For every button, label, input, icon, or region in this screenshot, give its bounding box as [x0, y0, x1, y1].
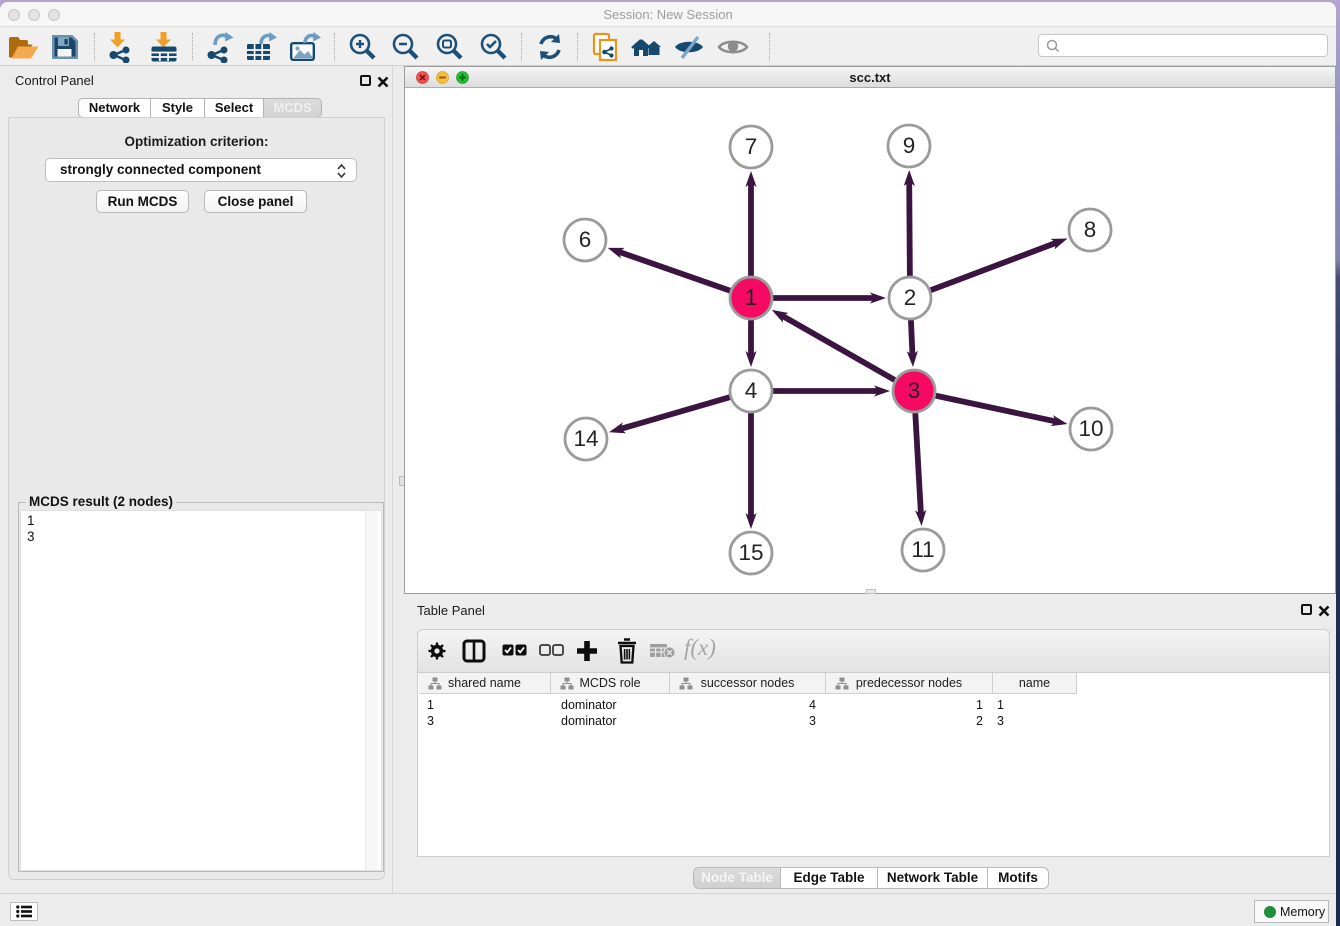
- svg-text:7: 7: [745, 134, 758, 159]
- svg-text:9: 9: [903, 133, 916, 158]
- svg-text:8: 8: [1084, 217, 1097, 242]
- svg-text:10: 10: [1078, 416, 1103, 441]
- svg-text:3: 3: [908, 378, 921, 403]
- svg-text:2: 2: [904, 285, 917, 310]
- svg-text:1: 1: [745, 285, 758, 310]
- svg-text:11: 11: [911, 537, 934, 562]
- svg-text:14: 14: [573, 426, 598, 451]
- svg-text:4: 4: [745, 378, 758, 403]
- svg-text:6: 6: [579, 227, 592, 252]
- svg-text:15: 15: [738, 540, 763, 565]
